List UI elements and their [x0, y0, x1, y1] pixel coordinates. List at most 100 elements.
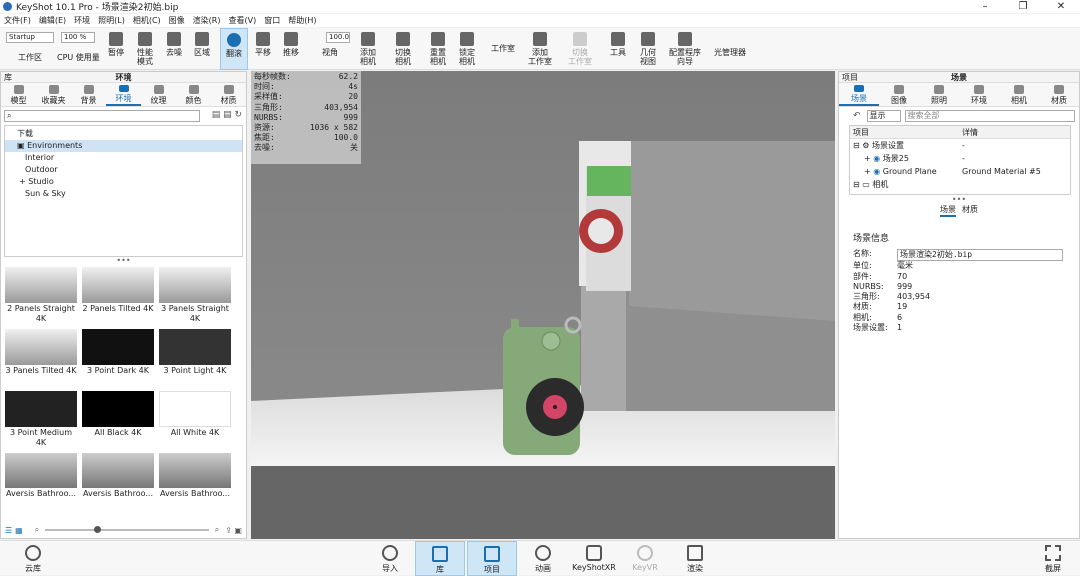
denoise-button[interactable]: 去噪 — [162, 28, 186, 70]
env-thumb[interactable]: 3 Point Dark 4K — [81, 329, 155, 389]
menu-lighting[interactable]: 照明(L) — [98, 15, 125, 26]
env-thumb[interactable]: Aversis Bathroo... — [158, 453, 232, 499]
configurator-wizard-button[interactable]: 配置程序 向导 — [664, 28, 706, 70]
tab-image[interactable]: 图像 — [879, 83, 919, 106]
view-angle-label: 视角 — [322, 48, 338, 57]
display-dropdown[interactable]: 显示 — [866, 110, 901, 122]
light-manager-button[interactable]: 光管理器 — [710, 28, 750, 70]
cloud-library-button[interactable]: 云库 — [18, 541, 48, 576]
env-thumb[interactable]: Aversis Bathroo... — [81, 453, 155, 499]
add-studio-button[interactable]: 添加 工作室 — [524, 28, 556, 70]
studio-button[interactable]: 工作室 — [488, 28, 518, 70]
zoom-in-icon[interactable]: ⌕ — [215, 525, 219, 535]
project-toggle-button[interactable]: 项目 — [467, 541, 517, 576]
tree-item-environments[interactable]: ▣ Environments — [5, 140, 242, 152]
menu-window[interactable]: 窗口 — [264, 15, 280, 26]
library-toggle-button[interactable]: 库 — [415, 541, 465, 576]
thumbnail-size-slider[interactable] — [45, 526, 209, 533]
scene-tree-row[interactable]: ⊟ ⚙ 场景设置 - — [850, 139, 1070, 152]
splitter-handle[interactable]: ••• — [839, 196, 1079, 204]
reset-camera-button[interactable]: 重置 相机 — [425, 28, 451, 70]
dolly-button[interactable]: 推移 — [279, 28, 303, 70]
tab-scene[interactable]: 场景 — [839, 83, 879, 106]
env-thumb[interactable]: 2 Panels Straight 4K — [4, 267, 78, 327]
list-view-icon[interactable]: ☰ — [5, 526, 12, 535]
menu-image[interactable]: 图像 — [169, 15, 185, 26]
tab-material[interactable]: 材质 — [1039, 83, 1079, 106]
geometry-view-button[interactable]: 几何 视图 — [634, 28, 662, 70]
add-camera-button[interactable]: 添加 相机 — [355, 28, 381, 70]
menu-edit[interactable]: 编辑(E) — [39, 15, 66, 26]
scene-search-input[interactable]: 搜索全部 — [904, 110, 1075, 122]
cloud-icon — [25, 545, 41, 561]
info-row: 部件: 70 — [853, 271, 908, 281]
menu-camera[interactable]: 相机(C) — [133, 15, 161, 26]
tumble-button[interactable]: 翻滚 — [220, 28, 248, 70]
zoom-select[interactable]: 100 % — [61, 32, 95, 43]
eye-icon[interactable]: ◉ — [873, 154, 880, 163]
menu-help[interactable]: 帮助(H) — [288, 15, 316, 26]
tree-item-download[interactable]: 下载 — [5, 128, 242, 140]
close-icon[interactable]: ✕ — [1042, 0, 1080, 13]
tree-item-outdoor[interactable]: Outdoor — [5, 164, 242, 176]
undo-icon[interactable]: ↶ — [853, 111, 861, 121]
scene-tree-row[interactable]: ⊟ ▭ 相机 — [850, 178, 1070, 191]
tab-lighting[interactable]: 照明 — [919, 83, 959, 106]
keyshotxr-button[interactable]: KeyShotXR — [570, 541, 618, 576]
scene-tree-row[interactable]: + ◉ 场景25- — [850, 152, 1070, 165]
subtab-material[interactable]: 材质 — [962, 204, 978, 217]
upload-icon[interactable]: ⇪ ▣ — [225, 526, 242, 535]
pause-button[interactable]: 暂停 — [104, 28, 128, 70]
tab-camera[interactable]: 相机 — [999, 83, 1039, 106]
env-thumb[interactable]: 2 Panels Tilted 4K — [81, 267, 155, 327]
env-thumb[interactable]: 3 Point Medium 4K — [4, 391, 78, 451]
scene-tree-row[interactable]: + ◉ Ground Plane Ground Material #5 — [850, 165, 1070, 178]
region-button[interactable]: 区域 — [190, 28, 214, 70]
switch-studio-button[interactable]: 切换 工作室 — [564, 28, 596, 70]
lock-camera-button[interactable]: 锁定 相机 — [454, 28, 480, 70]
render-button[interactable]: 渲染 — [680, 541, 710, 576]
menu-view[interactable]: 查看(V) — [228, 15, 256, 26]
env-thumb[interactable]: Aversis Bathroo... — [4, 453, 78, 499]
tree-item-studio[interactable]: + Studio — [5, 176, 242, 188]
menu-environment[interactable]: 环境 — [74, 15, 90, 26]
performance-mode-button[interactable]: 性能 模式 — [132, 28, 158, 70]
screenshot-button[interactable]: 截屏 — [1038, 541, 1068, 576]
minimize-icon[interactable]: – — [966, 0, 1004, 13]
tab-favorites[interactable]: 收藏夹 — [36, 83, 71, 106]
menu-file[interactable]: 文件(F) — [4, 15, 31, 26]
grid-view-icon[interactable]: ▦ — [15, 526, 23, 535]
import-button[interactable]: 导入 — [375, 541, 405, 576]
env-thumb[interactable]: All Black 4K — [81, 391, 155, 451]
keyvr-button[interactable]: KeyVR — [628, 541, 662, 576]
zoom-out-icon[interactable]: ⌕ — [35, 525, 39, 535]
eye-icon[interactable]: ◉ — [873, 167, 880, 176]
subtab-scene[interactable]: 场景 — [940, 204, 956, 217]
tab-environment[interactable]: 环境 — [959, 83, 999, 106]
tab-textures[interactable]: 纹理 — [141, 83, 176, 106]
library-search-input[interactable]: ⌕ — [4, 110, 200, 122]
env-thumb[interactable]: 3 Point Light 4K — [158, 329, 232, 389]
splitter-handle[interactable]: ••• — [1, 257, 246, 265]
env-thumb[interactable]: All White 4K — [158, 391, 232, 451]
workspace-select[interactable]: Startup — [6, 32, 54, 43]
tab-models[interactable]: 模型 — [1, 83, 36, 106]
env-thumb[interactable]: 3 Panels Tilted 4K — [4, 329, 78, 389]
menu-render[interactable]: 渲染(R) — [193, 15, 221, 26]
tab-backgrounds[interactable]: 背景 — [71, 83, 106, 106]
switch-camera-button[interactable]: 切换 相机 — [389, 28, 417, 70]
tree-item-sun-sky[interactable]: Sun & Sky — [5, 188, 242, 200]
list-icon — [484, 546, 500, 562]
folder-icon[interactable]: ▤ ▤ ↻ — [212, 110, 242, 120]
animation-button[interactable]: 动画 — [528, 541, 558, 576]
tab-environments[interactable]: 环境 — [106, 83, 141, 106]
pan-button[interactable]: 平移 — [251, 28, 275, 70]
scene-name-field[interactable]: 场景渲染2初始.bip — [897, 249, 1063, 262]
maximize-icon[interactable]: ❐ — [1004, 0, 1042, 13]
tree-item-interior[interactable]: Interior — [5, 152, 242, 164]
slider-handle[interactable] — [94, 526, 102, 533]
tab-colors[interactable]: 颜色 — [176, 83, 211, 106]
tools-button[interactable]: 工具 — [606, 28, 630, 70]
tab-materials[interactable]: 材质 — [211, 83, 246, 106]
env-thumb[interactable]: 3 Panels Straight 4K — [158, 267, 232, 327]
